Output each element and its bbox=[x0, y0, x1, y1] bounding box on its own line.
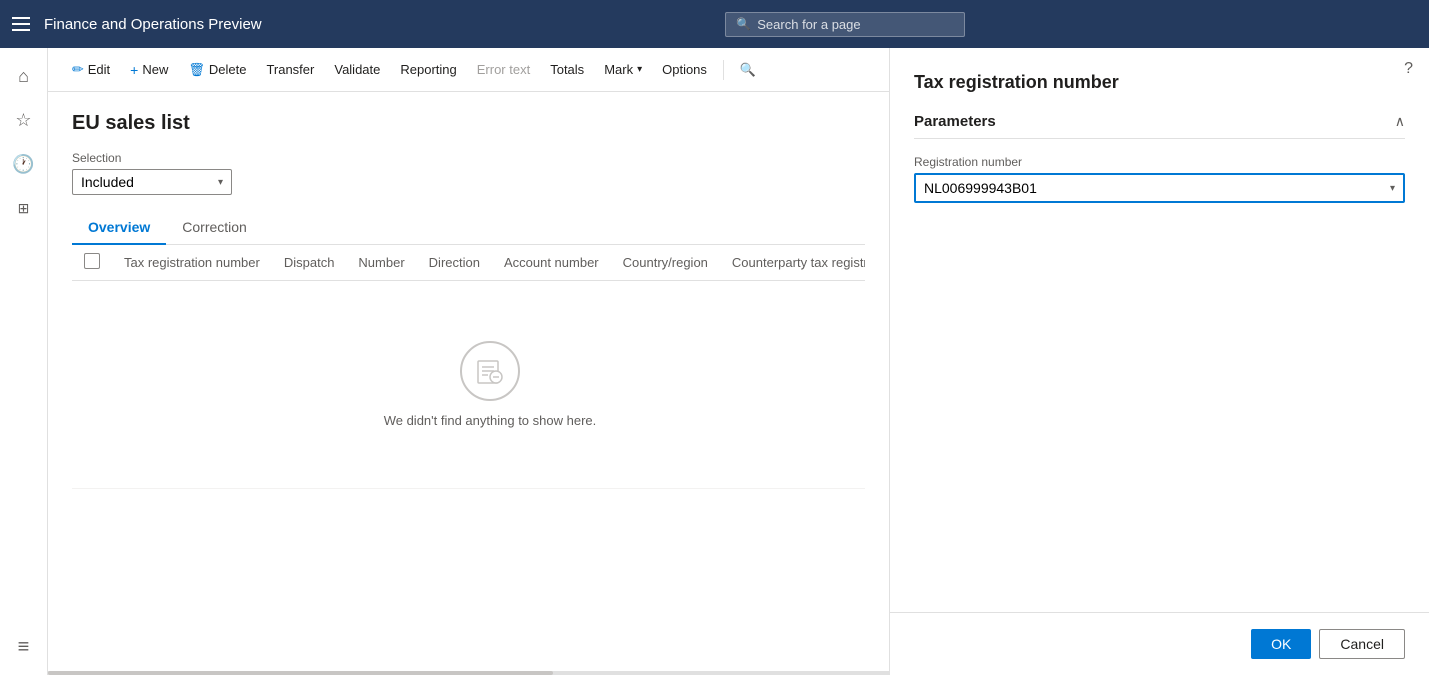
sidebar-item-modules[interactable]: ≡ bbox=[4, 627, 44, 667]
data-table: Tax registration number Dispatch Number … bbox=[72, 245, 865, 489]
panel-footer: OK Cancel bbox=[890, 612, 1429, 675]
add-icon: + bbox=[130, 62, 138, 78]
edit-label: Edit bbox=[88, 62, 110, 77]
transfer-label: Transfer bbox=[266, 62, 314, 77]
validate-label: Validate bbox=[334, 62, 380, 77]
registration-dropdown-chevron-icon: ▾ bbox=[1390, 183, 1395, 194]
reporting-label: Reporting bbox=[400, 62, 456, 77]
col-country: Country/region bbox=[611, 245, 720, 281]
registration-number-field: Registration number NL006999943B01 ▾ bbox=[914, 155, 1405, 203]
hamburger-menu[interactable] bbox=[12, 14, 32, 34]
col-checkbox bbox=[72, 245, 112, 281]
selection-area: Selection Included ▾ bbox=[72, 151, 865, 195]
selection-dropdown[interactable]: Included ▾ bbox=[72, 169, 232, 195]
new-label: New bbox=[142, 62, 168, 77]
global-search[interactable]: 🔍 Search for a page bbox=[725, 12, 965, 37]
search-button[interactable]: 🔍 bbox=[732, 57, 764, 83]
horizontal-scrollbar[interactable] bbox=[48, 671, 889, 675]
app-title: Finance and Operations Preview bbox=[44, 16, 262, 33]
delete-icon: 🗑 bbox=[188, 62, 205, 78]
collapse-icon[interactable]: ∧ bbox=[1395, 113, 1405, 130]
registration-number-dropdown[interactable]: NL006999943B01 ▾ bbox=[914, 173, 1405, 203]
parameters-label: Parameters bbox=[914, 113, 996, 130]
empty-icon bbox=[460, 341, 520, 401]
search-icon: 🔍 bbox=[736, 17, 751, 31]
sidebar-item-home[interactable]: ⌂ bbox=[4, 56, 44, 96]
action-bar: ✏ Edit + New 🗑 Delete Transfer Validate … bbox=[48, 48, 889, 92]
validate-button[interactable]: Validate bbox=[326, 57, 388, 82]
right-panel: ? Tax registration number Parameters ∧ R… bbox=[889, 48, 1429, 675]
sidebar-item-recent[interactable]: 🕐 bbox=[4, 144, 44, 184]
panel-title: Tax registration number bbox=[914, 72, 1405, 93]
empty-text: We didn't find anything to show here. bbox=[384, 413, 597, 428]
edit-icon: ✏ bbox=[72, 61, 84, 78]
empty-state-row: We didn't find anything to show here. bbox=[72, 281, 865, 489]
reporting-button[interactable]: Reporting bbox=[392, 57, 464, 82]
page-title: EU sales list bbox=[72, 112, 865, 135]
dropdown-chevron-icon: ▾ bbox=[218, 177, 223, 188]
col-counterparty: Counterparty tax registration bbox=[720, 245, 865, 281]
content-area: ✏ Edit + New 🗑 Delete Transfer Validate … bbox=[48, 48, 889, 675]
scrollbar-thumb bbox=[48, 671, 553, 675]
sidebar-item-favorites[interactable]: ☆ bbox=[4, 100, 44, 140]
page-content: EU sales list Selection Included ▾ Overv… bbox=[48, 92, 889, 671]
mark-label: Mark bbox=[604, 62, 633, 77]
error-text-button[interactable]: Error text bbox=[469, 57, 538, 82]
tab-correction[interactable]: Correction bbox=[166, 211, 263, 245]
sidebar: ⌂ ☆ 🕐 ⊞ ≡ bbox=[0, 48, 48, 675]
col-number: Number bbox=[346, 245, 416, 281]
search-icon: 🔍 bbox=[740, 62, 756, 78]
select-all-checkbox[interactable] bbox=[84, 253, 100, 269]
options-label: Options bbox=[662, 62, 707, 77]
parameters-section-header: Parameters ∧ bbox=[914, 113, 1405, 139]
cancel-button[interactable]: Cancel bbox=[1319, 629, 1405, 659]
empty-state: We didn't find anything to show here. bbox=[72, 281, 865, 488]
ok-button[interactable]: OK bbox=[1251, 629, 1311, 659]
error-text-label: Error text bbox=[477, 62, 530, 77]
mark-chevron-icon: ▾ bbox=[637, 64, 642, 75]
edit-button[interactable]: ✏ Edit bbox=[64, 56, 118, 83]
help-icon[interactable]: ? bbox=[1404, 60, 1413, 78]
options-button[interactable]: Options bbox=[654, 57, 715, 82]
new-button[interactable]: + New bbox=[122, 57, 176, 83]
col-dispatch: Dispatch bbox=[272, 245, 347, 281]
action-bar-divider bbox=[723, 60, 724, 80]
right-panel-inner: ? Tax registration number Parameters ∧ R… bbox=[890, 48, 1429, 612]
selection-label: Selection bbox=[72, 151, 865, 165]
totals-label: Totals bbox=[550, 62, 584, 77]
transfer-button[interactable]: Transfer bbox=[258, 57, 322, 82]
totals-button[interactable]: Totals bbox=[542, 57, 592, 82]
main-layout: ⌂ ☆ 🕐 ⊞ ≡ ✏ Edit + New 🗑 Delete Transfer bbox=[0, 48, 1429, 675]
table-container: Tax registration number Dispatch Number … bbox=[72, 245, 865, 489]
mark-button[interactable]: Mark ▾ bbox=[596, 57, 650, 82]
col-direction: Direction bbox=[417, 245, 492, 281]
selection-value: Included bbox=[81, 174, 134, 190]
registration-number-value: NL006999943B01 bbox=[924, 180, 1037, 196]
col-tax-reg: Tax registration number bbox=[112, 245, 272, 281]
delete-label: Delete bbox=[209, 62, 247, 77]
sidebar-item-workspaces[interactable]: ⊞ bbox=[4, 188, 44, 228]
col-account: Account number bbox=[492, 245, 611, 281]
delete-button[interactable]: 🗑 Delete bbox=[180, 57, 254, 83]
top-bar: Finance and Operations Preview 🔍 Search … bbox=[0, 0, 1429, 48]
search-placeholder: Search for a page bbox=[757, 17, 860, 32]
registration-number-label: Registration number bbox=[914, 155, 1405, 169]
tab-overview[interactable]: Overview bbox=[72, 211, 166, 245]
tab-bar: Overview Correction bbox=[72, 211, 865, 245]
